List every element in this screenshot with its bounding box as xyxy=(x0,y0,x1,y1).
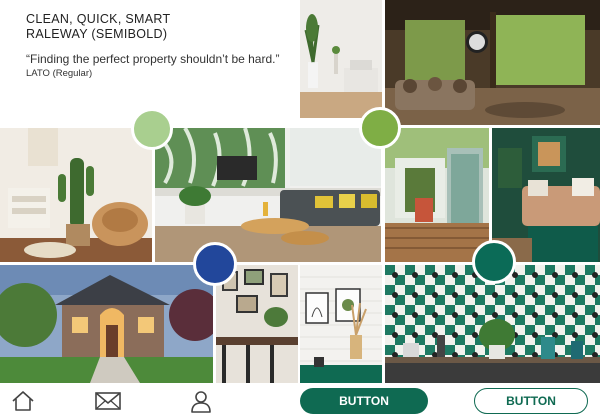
photo-brick-shelf xyxy=(300,265,382,383)
photo-white-room-plant xyxy=(300,0,382,118)
typography-heading-block: CLEAN, QUICK, SMART RALEWAY (SEMIBOLD) xyxy=(26,12,296,42)
photo-house-exterior xyxy=(0,265,213,383)
primary-button-label: BUTTON xyxy=(339,394,389,408)
mail-icon[interactable] xyxy=(94,388,122,414)
user-icon[interactable] xyxy=(188,388,214,414)
swatch-olive-green xyxy=(359,107,401,149)
photo-emerald-living-room xyxy=(492,128,600,262)
photo-gallery-wall-chairs xyxy=(216,265,298,383)
heading-font-note: RALEWAY (SEMIBOLD) xyxy=(26,27,168,41)
photo-patio-living-room xyxy=(385,0,600,125)
swatch-deep-teal xyxy=(472,240,516,284)
photo-tropical-living-room xyxy=(155,128,381,262)
swatch-light-green xyxy=(131,108,173,150)
photo-sunroom-deck xyxy=(385,128,489,262)
quote-font-note: LATO (Regular) xyxy=(26,68,93,79)
swatch-royal-blue xyxy=(193,242,237,286)
home-icon[interactable] xyxy=(10,388,36,414)
primary-button[interactable]: BUTTON xyxy=(300,388,428,414)
secondary-button[interactable]: BUTTON xyxy=(474,388,588,414)
quote-sample: “Finding the perfect property shouldn’t … xyxy=(26,52,280,66)
heading-sample: CLEAN, QUICK, SMART xyxy=(26,12,171,26)
photo-boho-cactus-room xyxy=(0,128,152,262)
secondary-button-label: BUTTON xyxy=(506,394,556,408)
